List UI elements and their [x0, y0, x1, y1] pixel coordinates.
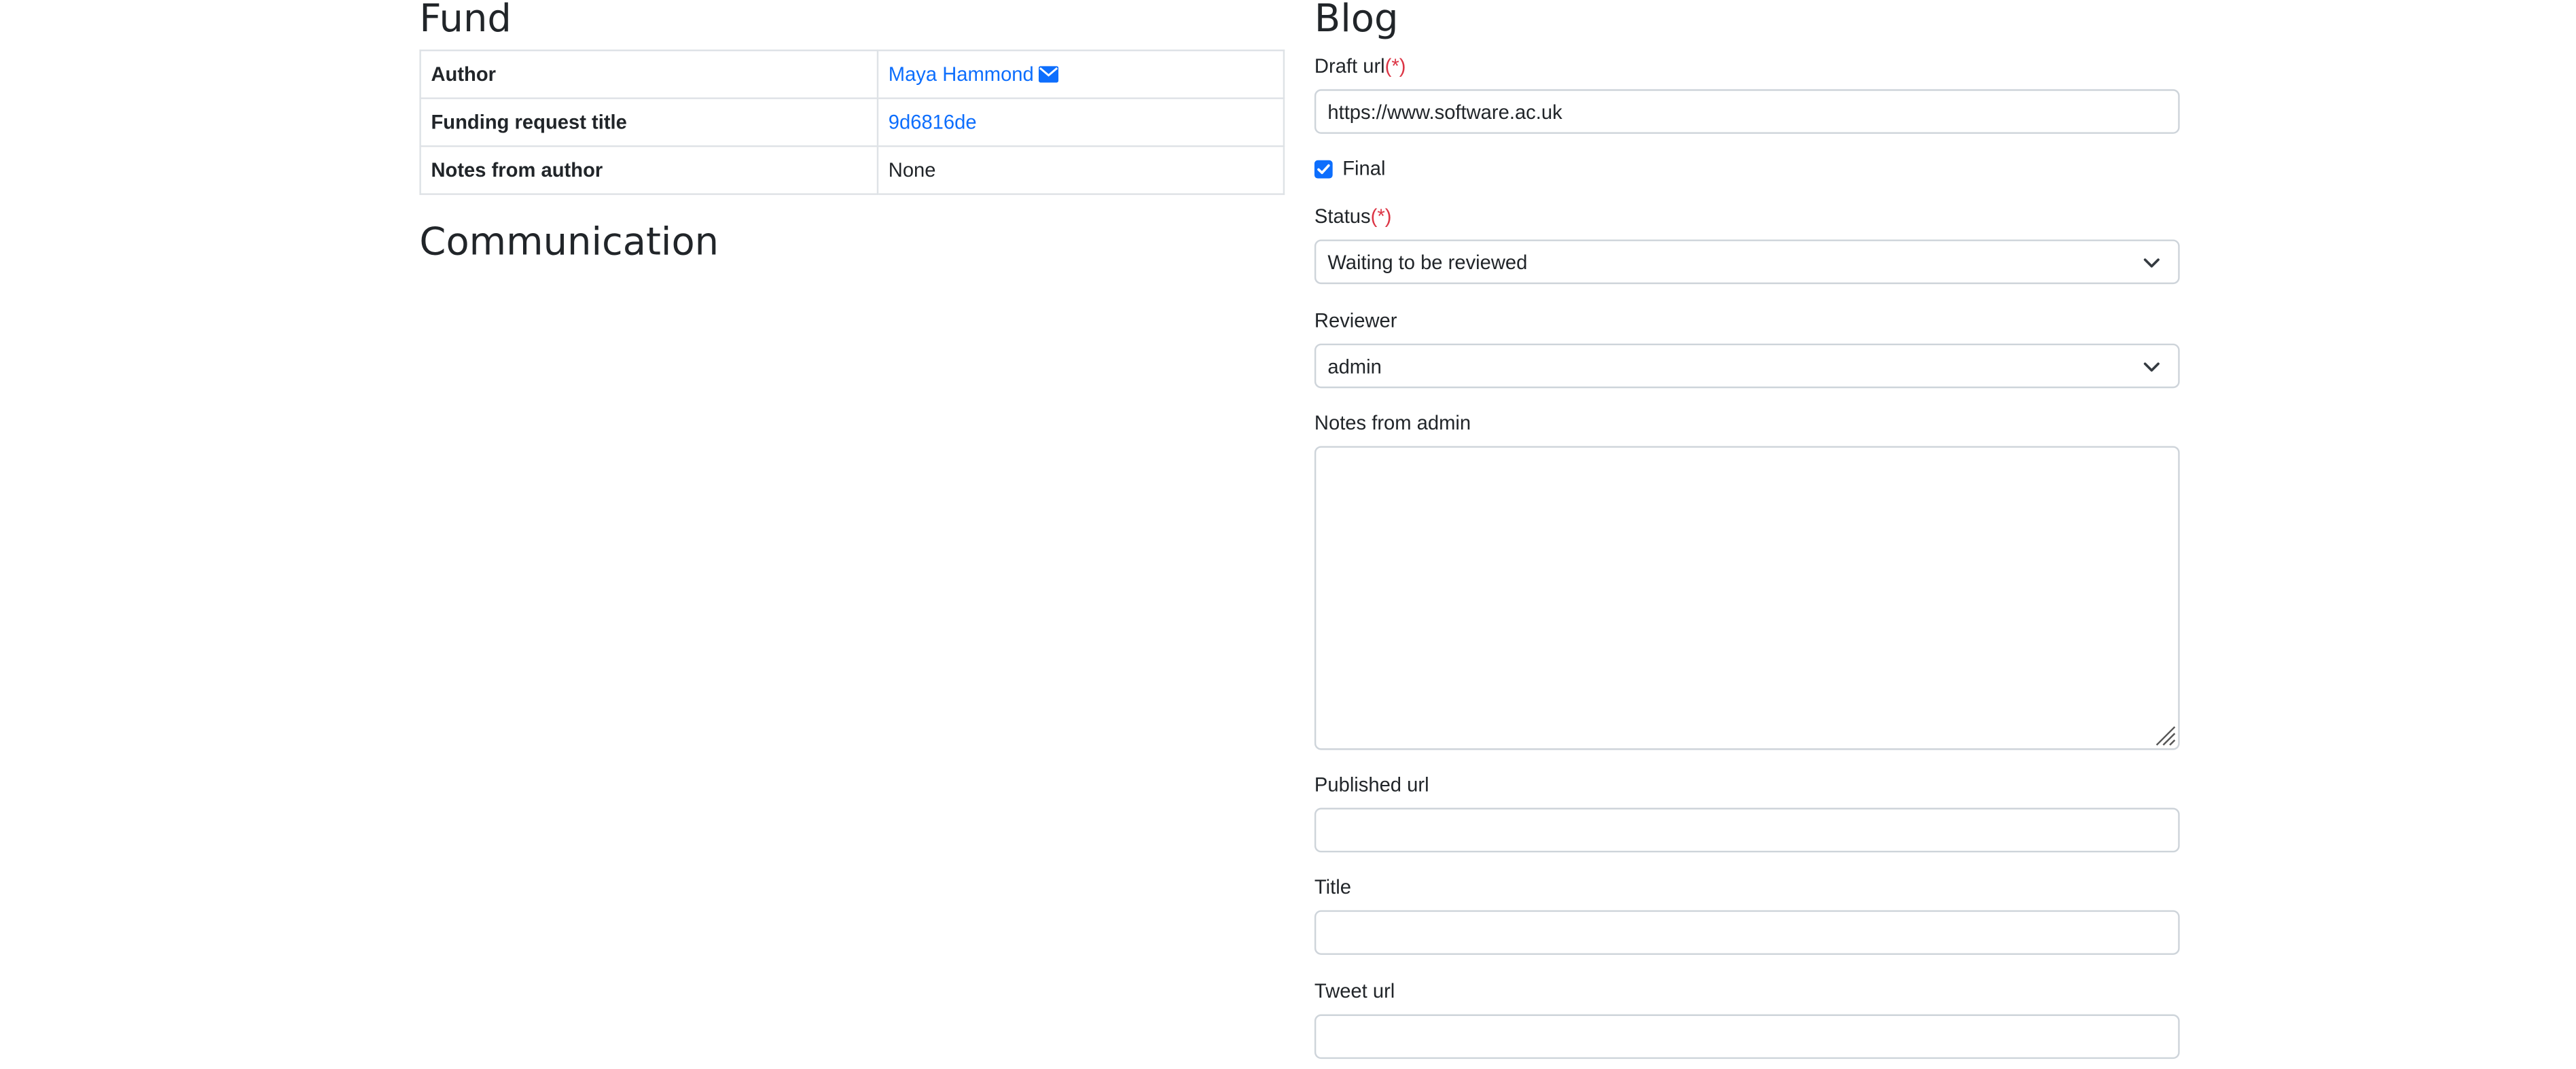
notes-from-admin-label: Notes from admin — [1314, 411, 1471, 435]
resize-grip-icon[interactable] — [2153, 724, 2177, 747]
title-input[interactable] — [1314, 910, 2180, 956]
check-icon — [1317, 163, 1330, 173]
fund-details-table: Author Maya Hammond Funding request titl… — [419, 49, 1285, 195]
page: Fund Author Maya Hammond Funding request… — [0, 0, 2576, 1069]
final-checkbox-row[interactable]: Final — [1314, 156, 1386, 180]
author-name: Maya Hammond — [888, 62, 1034, 86]
required-marker: (*) — [1384, 54, 1406, 78]
published-url-input[interactable] — [1314, 807, 2180, 853]
envelope-icon — [1039, 64, 1059, 87]
reviewer-select[interactable]: admin — [1314, 343, 2180, 389]
status-selected-value: Waiting to be reviewed — [1327, 250, 1528, 274]
final-checkbox-label: Final — [1342, 156, 1386, 180]
final-checkbox[interactable] — [1314, 159, 1333, 178]
draft-url-label-text: Draft url — [1314, 54, 1385, 78]
notes-from-author-value: None — [876, 145, 1285, 195]
draft-url-label: Draft url(*) — [1314, 54, 1406, 77]
status-select[interactable]: Waiting to be reviewed — [1314, 239, 2180, 285]
table-row: Notes from author None — [419, 145, 1285, 195]
funding-request-link[interactable]: 9d6816de — [889, 111, 977, 134]
communication-heading: Communication — [419, 221, 719, 264]
title-label: Title — [1314, 875, 1351, 899]
table-row: Author Maya Hammond — [419, 49, 1285, 99]
blog-heading: Blog — [1314, 0, 1399, 41]
chevron-down-icon — [2143, 250, 2160, 273]
required-marker: (*) — [1370, 205, 1392, 228]
author-label: Author — [419, 49, 879, 99]
funding-request-title-cell: 9d6816de — [876, 97, 1285, 147]
tweet-url-label: Tweet url — [1314, 979, 1395, 1003]
status-label-text: Status — [1314, 205, 1371, 228]
chevron-down-icon — [2143, 354, 2160, 377]
tweet-url-input[interactable] — [1314, 1014, 2180, 1059]
table-row: Funding request title 9d6816de — [419, 97, 1285, 147]
notes-from-author-label: Notes from author — [419, 145, 879, 195]
reviewer-selected-value: admin — [1327, 354, 1382, 378]
author-cell: Maya Hammond — [876, 49, 1285, 99]
published-url-label: Published url — [1314, 773, 1429, 796]
fund-heading: Fund — [419, 0, 512, 41]
draft-url-input[interactable] — [1314, 89, 2180, 134]
status-label: Status(*) — [1314, 205, 1392, 228]
notes-from-admin-textarea[interactable] — [1314, 446, 2180, 750]
reviewer-label: Reviewer — [1314, 309, 1397, 332]
funding-request-title-label: Funding request title — [419, 97, 879, 147]
author-link[interactable]: Maya Hammond — [888, 62, 1059, 87]
